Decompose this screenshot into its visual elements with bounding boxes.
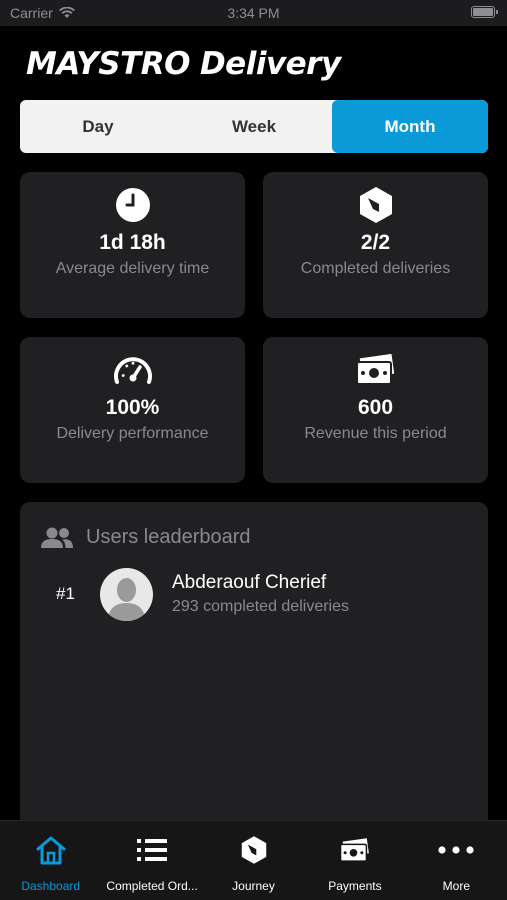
money-icon [355,354,394,385]
money-icon [339,837,369,862]
leaderboard-header: Users leaderboard [40,526,251,549]
box-icon [359,187,392,223]
user-placeholder-icon [108,578,145,621]
tab-label: More [442,879,470,893]
stat-card-average-delivery-time: 1d 18h Average delivery time [20,172,245,318]
leaderboard-title: Users leaderboard [86,526,251,548]
users-leaderboard: Users leaderboard #1 Abderaouf Cherief 2… [20,502,488,832]
tab-more[interactable]: More [406,821,507,900]
speedometer-icon [113,357,152,384]
stat-value: 600 [357,396,394,419]
leaderboard-entry[interactable]: #1 Abderaouf Cherief 293 completed deliv… [20,566,488,622]
stat-label: Completed deliveries [300,260,451,277]
period-selector: Day Week Month [20,100,488,153]
stat-card-delivery-performance: 100% Delivery performance [20,337,245,483]
clock-icon [115,188,150,222]
stat-value: 1d 18h [99,231,166,254]
stat-label: Delivery performance [56,425,209,442]
box-icon [241,836,266,864]
logo-brand: MAYSTRO [26,46,190,82]
tab-label: Dashboard [21,879,81,893]
tab-completed-orders[interactable]: Completed Ord... [101,821,202,900]
stat-label: Average delivery time [55,260,210,277]
tab-dashboard[interactable]: Dashboard [0,821,101,900]
battery-icon [471,6,498,18]
stat-label: Revenue this period [304,425,447,442]
list-icon [137,839,168,861]
leaderboard-user-subtitle: 293 completed deliveries [172,598,349,615]
tab-journey[interactable]: Journey [203,821,304,900]
tab-label: Journey [232,879,275,893]
tab-bar: Dashboard Completed Ord... Journey Payme… [0,820,507,900]
period-day-button[interactable]: Day [20,100,176,153]
tab-label: Completed Ord... [106,879,198,893]
logo-product: Delivery [199,46,341,82]
period-month-button[interactable]: Month [332,100,488,153]
leaderboard-user-name: Abderaouf Cherief [172,572,327,593]
more-icon [438,846,474,854]
home-icon [36,836,66,865]
app-logo: MAYSTRO Delivery [26,44,341,84]
users-icon [41,527,73,548]
stat-card-completed-deliveries: 2/2 Completed deliveries [263,172,488,318]
period-week-button[interactable]: Week [176,100,332,153]
stat-value: 100% [105,396,160,419]
leaderboard-rank: #1 [56,584,75,603]
avatar [100,568,153,621]
stat-card-revenue: 600 Revenue this period [263,337,488,483]
tab-label: Payments [328,879,382,893]
status-bar: Carrier 3:34 PM [0,0,507,26]
status-time: 3:34 PM [227,5,280,21]
tab-payments[interactable]: Payments [304,821,405,900]
stat-value: 2/2 [360,231,391,254]
